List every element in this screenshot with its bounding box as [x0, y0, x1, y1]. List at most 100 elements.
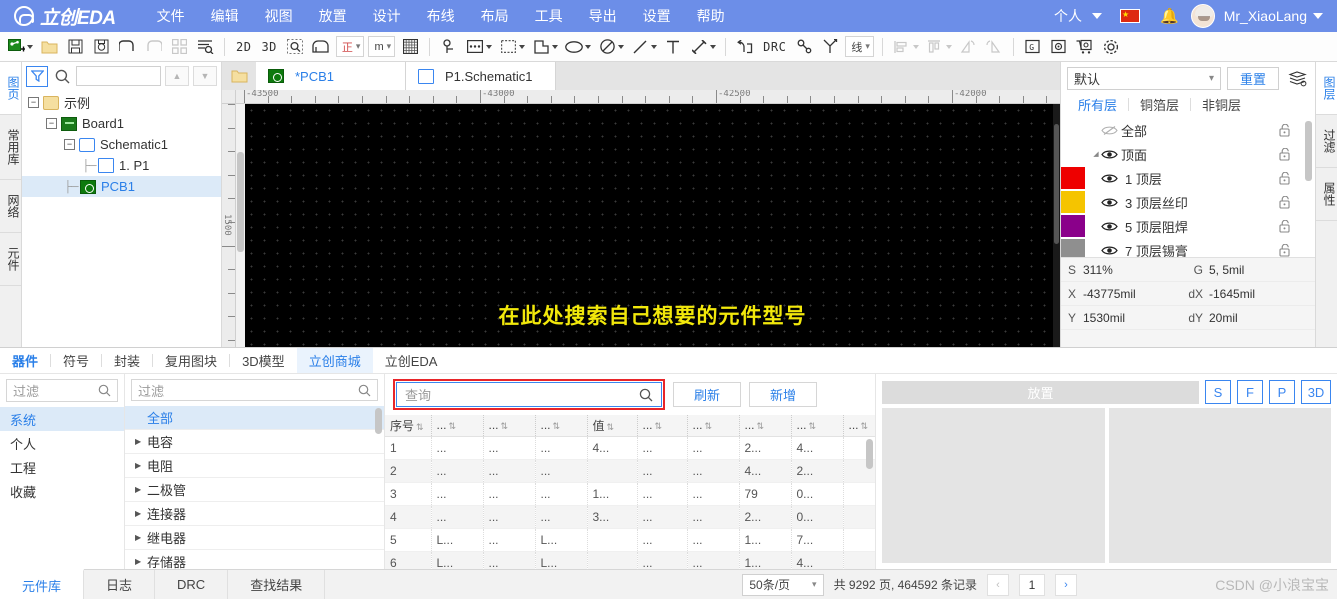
category-item[interactable]: ▶电阻	[125, 454, 384, 478]
view-2d-button[interactable]: 2D	[231, 35, 256, 59]
table-column-header[interactable]: ...⇅	[483, 415, 535, 436]
eye-icon[interactable]	[1101, 197, 1121, 208]
chevron-right-icon[interactable]: ▶	[135, 485, 147, 494]
account-type-label[interactable]: 个人	[1050, 2, 1086, 30]
menu-item-export[interactable]: 导出	[576, 0, 630, 32]
category-item[interactable]: ▶二极管	[125, 478, 384, 502]
eye-icon[interactable]	[1101, 149, 1121, 160]
align-chevron-down-icon[interactable]	[913, 45, 919, 49]
sort-icon[interactable]: ⇅	[705, 421, 713, 431]
layer-color-swatch[interactable]	[1061, 191, 1085, 213]
dimension-chevron-down-icon[interactable]	[710, 45, 716, 49]
net-trace-icon[interactable]	[791, 35, 817, 59]
place-copper-area-icon[interactable]	[462, 35, 488, 59]
search-icon[interactable]	[639, 388, 653, 402]
tree-item-board1[interactable]: − Board1	[22, 113, 221, 134]
layer-stack-icon[interactable]	[1285, 71, 1309, 87]
sort-icon[interactable]: ⇅	[501, 421, 509, 431]
source-item-favorites[interactable]: 收藏	[0, 479, 124, 503]
place-region-icon[interactable]	[495, 35, 521, 59]
undo-icon[interactable]	[114, 35, 140, 59]
menu-item-place[interactable]: 放置	[306, 0, 360, 32]
collapse-icon[interactable]: −	[28, 97, 39, 108]
layer-row[interactable]: 3 顶层丝印	[1061, 190, 1315, 214]
tree-item-schematic1[interactable]: − Schematic1	[22, 134, 221, 155]
menu-item-file[interactable]: 文件	[144, 0, 198, 32]
subtab-all-layers[interactable]: 所有层	[1067, 95, 1128, 114]
page-size-select[interactable]: 50条/页 ▾	[742, 574, 823, 596]
document-tab-pcb1[interactable]: *PCB1	[256, 62, 406, 90]
redo-icon[interactable]	[140, 35, 166, 59]
layer-row[interactable]: 全部	[1061, 118, 1315, 142]
no-entry-chevron-down-icon[interactable]	[618, 45, 624, 49]
sort-icon[interactable]: ⇅	[416, 422, 424, 432]
vertical-tab-layers[interactable]: 图层	[1316, 62, 1337, 115]
footer-tab-drc[interactable]: DRC	[155, 570, 228, 599]
new-document-icon[interactable]	[3, 35, 29, 59]
dimension-icon[interactable]	[686, 35, 712, 59]
auto-route-icon[interactable]	[732, 35, 758, 59]
canvas-left-scrollbar[interactable]	[236, 104, 245, 347]
distribute-icon[interactable]	[922, 35, 948, 59]
horizontal-ruler[interactable]: -43500-43000-42500-42000-41500	[236, 90, 1060, 104]
tabs-folder-icon[interactable]	[222, 62, 256, 90]
sort-icon[interactable]: ⇅	[809, 421, 817, 431]
category-item[interactable]: 全部	[125, 406, 384, 430]
library-tab-lceda[interactable]: 立创EDA	[373, 348, 450, 373]
canvas-right-scrollbar[interactable]	[1053, 104, 1060, 347]
expand-triangle-icon[interactable]: ◢	[1091, 150, 1101, 158]
library-results-table-wrap[interactable]: 序号⇅...⇅...⇅...⇅值⇅...⇅...⇅...⇅...⇅...⇅...…	[385, 415, 875, 569]
branch-route-icon[interactable]	[817, 35, 843, 59]
place-text-icon[interactable]	[660, 35, 686, 59]
chevron-down-icon[interactable]	[1092, 13, 1102, 19]
bell-icon[interactable]: 🔔	[1160, 7, 1179, 25]
library-category-list[interactable]: 全部▶电容▶电阻▶二极管▶连接器▶继电器▶存储器	[125, 406, 384, 569]
app-logo[interactable]: 立创EDA	[0, 3, 126, 30]
vertical-ruler[interactable]: 1500	[222, 104, 236, 347]
route-mode-selector[interactable]: 线 ▾	[845, 36, 874, 57]
lock-open-icon[interactable]	[1279, 148, 1295, 161]
no-entry-icon[interactable]	[594, 35, 620, 59]
tree-item-pcb1[interactable]: ├─ PCB1	[22, 176, 221, 197]
chevron-right-icon[interactable]: ▶	[135, 437, 147, 446]
view-3d-button[interactable]: 3D	[256, 35, 281, 59]
category-filter-input[interactable]: 过滤	[131, 379, 378, 401]
place-polygon-icon[interactable]	[528, 35, 554, 59]
layer-row[interactable]: 5 顶层阻焊	[1061, 214, 1315, 238]
chevron-right-icon[interactable]: ▶	[135, 461, 147, 470]
layer-row[interactable]: 1 顶层	[1061, 166, 1315, 190]
collapse-icon[interactable]: −	[46, 118, 57, 129]
table-column-header[interactable]: 序号⇅	[385, 415, 431, 436]
copper-area-chevron-down-icon[interactable]	[486, 45, 492, 49]
vertical-tab-filter[interactable]: 过滤	[1316, 115, 1337, 168]
table-column-header[interactable]: ...⇅	[739, 415, 791, 436]
grid-selector[interactable]: m ▾	[368, 36, 395, 57]
distribute-chevron-down-icon[interactable]	[946, 45, 952, 49]
prev-page-button[interactable]: ‹	[987, 574, 1009, 596]
layer-color-swatch[interactable]	[1061, 239, 1085, 257]
library-tab-lcsc-mall[interactable]: 立创商城	[297, 348, 373, 373]
next-page-button[interactable]: ›	[1055, 574, 1077, 596]
subtab-copper-layers[interactable]: 铜箔层	[1129, 95, 1190, 114]
line-chevron-down-icon[interactable]	[651, 45, 657, 49]
table-row[interactable]: 1.........4.........2...4......	[385, 436, 875, 459]
layer-preset-select[interactable]: 默认 ▾	[1067, 67, 1221, 90]
unit-selector[interactable]: 正 ▾	[336, 36, 365, 57]
place-ellipse-icon[interactable]	[561, 35, 587, 59]
category-scrollbar-thumb[interactable]	[375, 408, 382, 434]
library-tab-reusable-blocks[interactable]: 复用图块	[153, 348, 229, 373]
document-tab-schematic[interactable]: P1.Schematic1	[406, 62, 556, 90]
lock-open-icon[interactable]	[1279, 172, 1295, 185]
menu-item-design[interactable]: 设计	[360, 0, 414, 32]
language-flag-icon[interactable]	[1120, 9, 1140, 23]
grid-layout-icon[interactable]	[166, 35, 192, 59]
layer-color-swatch[interactable]	[1061, 215, 1085, 237]
prev-match-button[interactable]: ▲	[165, 66, 189, 86]
footer-tab-log[interactable]: 日志	[84, 570, 155, 599]
drc-button[interactable]: DRC	[758, 35, 791, 59]
category-item[interactable]: ▶存储器	[125, 550, 384, 569]
table-column-header[interactable]: ...⇅	[535, 415, 587, 436]
sort-icon[interactable]: ⇅	[449, 421, 457, 431]
current-page-number[interactable]: 1	[1019, 574, 1045, 596]
table-row[interactable]: 3.........1.........790......	[385, 482, 875, 505]
